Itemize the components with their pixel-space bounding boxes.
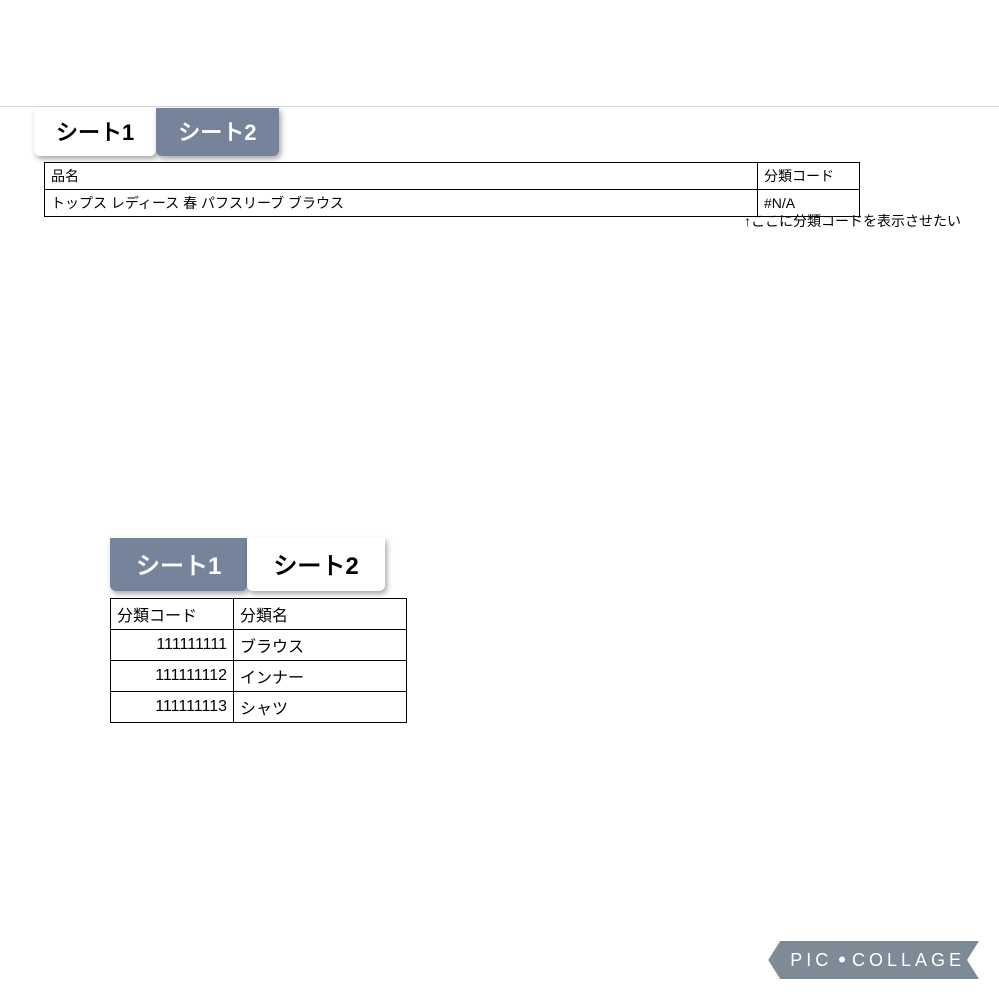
tab-sheet1[interactable]: シート1 xyxy=(34,108,156,156)
cell-name[interactable]: シャツ xyxy=(234,692,407,723)
lower-table: 分類コード 分類名 111111111 ブラウス 111111112 インナー … xyxy=(110,598,407,723)
header-product-name: 品名 xyxy=(45,163,758,190)
cell-name[interactable]: ブラウス xyxy=(234,630,407,661)
cell-code[interactable]: 111111113 xyxy=(111,692,234,723)
tab-sheet2-lower[interactable]: シート2 xyxy=(247,538,384,591)
watermark-left: PIC xyxy=(790,950,832,971)
header-class-code: 分類コード xyxy=(758,163,860,190)
annotation-text: ↑ここに分類コードを表示させたい xyxy=(744,211,961,231)
cell-code[interactable]: 111111112 xyxy=(111,661,234,692)
table-row: 111111113 シャツ xyxy=(111,692,407,723)
page-root: { "upper": { "tabs": [ { "label": "シート1"… xyxy=(0,0,999,999)
cell-product-name[interactable]: トップス レディース 春 パフスリーブ ブラウス xyxy=(45,190,758,217)
watermark-dot-icon: • xyxy=(838,947,846,973)
table-row: 品名 分類コード xyxy=(45,163,860,190)
header-class-code: 分類コード xyxy=(111,599,234,630)
watermark-right: COLLAGE xyxy=(852,950,965,971)
table-row: 分類コード 分類名 xyxy=(111,599,407,630)
table-row: 111111112 インナー xyxy=(111,661,407,692)
table-row: トップス レディース 春 パフスリーブ ブラウス #N/A xyxy=(45,190,860,217)
tab-sheet1-lower[interactable]: シート1 xyxy=(110,538,247,591)
upper-tabs: シート1 シート2 xyxy=(34,108,279,156)
watermark-pic-collage: PIC • COLLAGE xyxy=(768,941,979,979)
header-class-name: 分類名 xyxy=(234,599,407,630)
lower-tabs: シート1 シート2 xyxy=(110,538,385,591)
cell-code[interactable]: 111111111 xyxy=(111,630,234,661)
table-row: 111111111 ブラウス xyxy=(111,630,407,661)
divider xyxy=(0,106,999,107)
cell-name[interactable]: インナー xyxy=(234,661,407,692)
upper-table: 品名 分類コード トップス レディース 春 パフスリーブ ブラウス #N/A xyxy=(44,162,860,217)
tab-sheet2[interactable]: シート2 xyxy=(156,108,278,156)
